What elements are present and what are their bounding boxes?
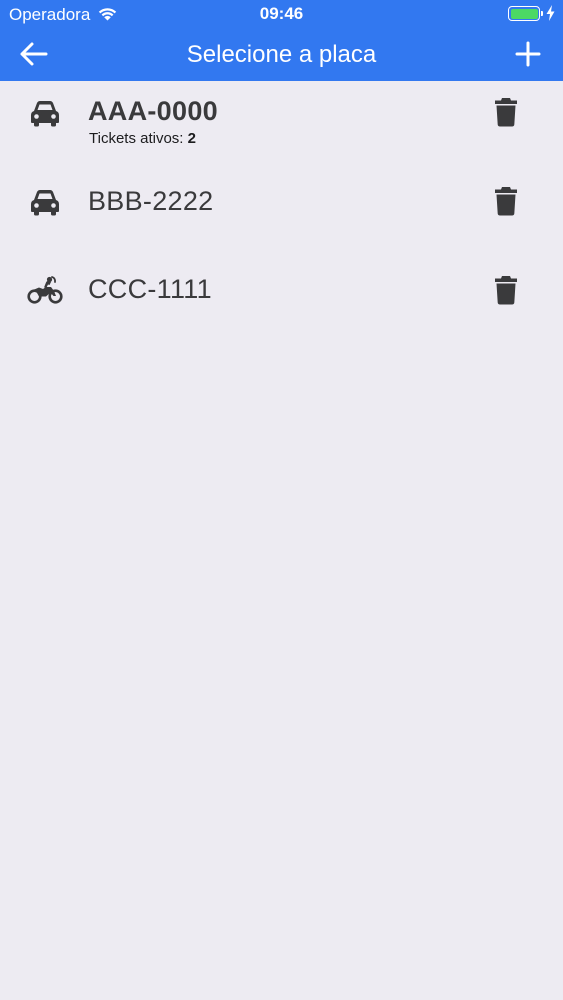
plate-row[interactable]: BBB-2222	[0, 169, 563, 257]
battery-level	[510, 8, 538, 19]
active-tickets-count: 2	[187, 130, 196, 147]
plate-number: AAA-0000	[88, 96, 218, 126]
trash-icon[interactable]	[494, 186, 518, 216]
screen: Operadora 09:46 Selecione a placa AAA-00…	[0, 0, 563, 1000]
plate-row[interactable]: CCC-1111	[0, 257, 563, 345]
active-tickets-label: Tickets ativos:	[89, 130, 188, 147]
battery-icon	[508, 6, 540, 21]
plate-number: BBB-2222	[88, 186, 214, 216]
car-icon	[31, 101, 59, 127]
navigation-bar: Selecione a placa	[0, 30, 563, 81]
plate-list: AAA-0000 Tickets ativos: 2 BBB-2222 CCC-…	[0, 81, 563, 345]
status-time: 09:46	[259, 4, 304, 23]
battery-tip	[541, 11, 543, 16]
car-icon	[31, 190, 59, 216]
plate-row[interactable]: AAA-0000 Tickets ativos: 2	[0, 81, 563, 169]
plate-number: CCC-1111	[88, 274, 212, 304]
motorcycle-icon	[27, 276, 63, 304]
active-tickets: Tickets ativos: 2	[89, 130, 196, 148]
trash-icon[interactable]	[494, 97, 518, 127]
trash-icon[interactable]	[494, 275, 518, 305]
status-bar: Operadora 09:46	[0, 0, 563, 30]
page-title: Selecione a placa	[186, 41, 377, 68]
charging-bolt-icon	[546, 5, 555, 21]
plus-icon[interactable]	[512, 39, 544, 69]
top-bar: Operadora 09:46 Selecione a placa	[0, 0, 563, 81]
